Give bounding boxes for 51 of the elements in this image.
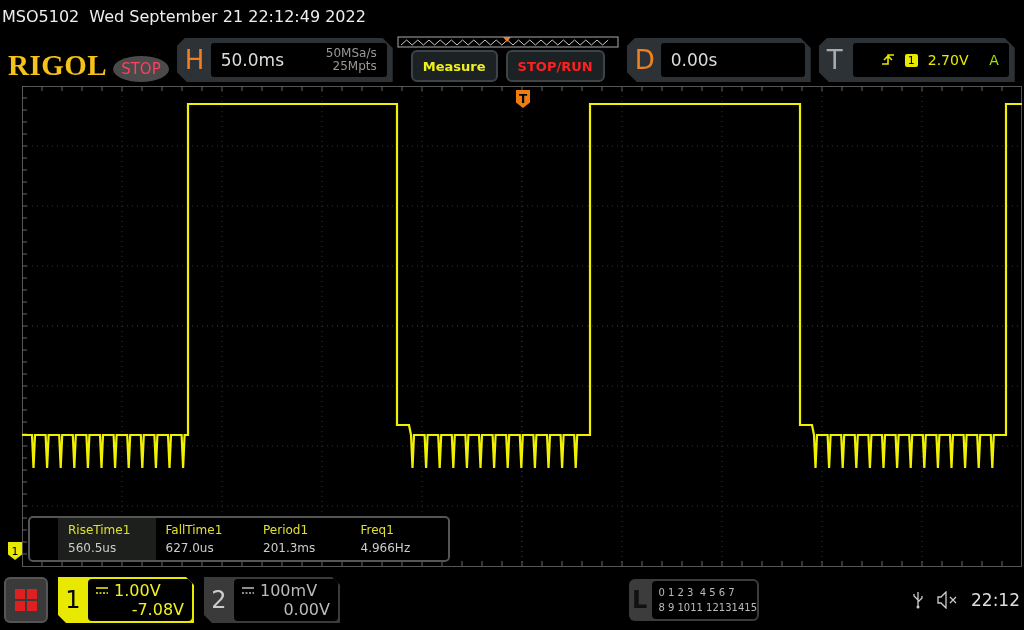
channel-marker[interactable]: 1	[8, 542, 22, 560]
delay-label: D	[634, 45, 656, 75]
measurement-value: 627.0us	[165, 541, 215, 555]
dc-coupling-icon	[242, 586, 254, 595]
sample-rate: 50MSa/s	[325, 47, 377, 60]
horizontal-panel[interactable]: H 50.0ms 50MSa/s 25Mpts	[176, 38, 393, 82]
run-state-indicator: STOP	[113, 56, 169, 82]
channel-number: 2	[210, 585, 228, 616]
measurement-name: FallTime1	[165, 523, 224, 537]
measurement-item[interactable]: FallTime1 627.0us	[155, 518, 253, 560]
measurement-name: RiseTime1	[68, 523, 132, 537]
waveform-overview-icon	[396, 36, 619, 48]
trigger-level: 2.70V	[927, 52, 969, 68]
brand-logo: RIGOL	[8, 49, 108, 82]
rising-edge-icon	[880, 53, 895, 67]
measurement-value: 201.3ms	[263, 541, 317, 555]
channel-scale: 1.00V	[114, 581, 161, 600]
measure-button[interactable]: Measure	[410, 50, 498, 82]
channel-scale: 100mV	[260, 581, 318, 600]
measurement-value: 560.5us	[68, 541, 118, 555]
dc-coupling-icon	[96, 586, 108, 595]
usb-icon	[913, 591, 923, 609]
memory-depth: 25Mpts	[332, 60, 377, 73]
delay-panel[interactable]: D 0.00s	[626, 38, 811, 82]
channel-panel[interactable]: 2 100mV 0.00V	[204, 577, 340, 623]
measurement-item[interactable]: Freq1 4.966Hz	[350, 518, 448, 560]
measurement-name: Period1	[263, 523, 310, 537]
timebase-value: 50.0ms	[220, 50, 284, 70]
clock-time: 22:12	[971, 590, 1020, 610]
date-time: Wed September 21 22:12:49 2022	[89, 6, 366, 26]
logic-channels: 0 1 2 3 4 5 6 7	[658, 587, 736, 598]
trigger-source: 1	[904, 53, 918, 67]
stop-run-button[interactable]: STOP/RUN	[505, 50, 605, 82]
horizontal-label: H	[184, 45, 206, 75]
trigger-panel[interactable]: T 1 2.70V A	[818, 38, 1015, 82]
delay-value: 0.00s	[670, 50, 718, 70]
channel-panel[interactable]: 1 1.00V -7.08V	[58, 577, 194, 623]
measurement-name: Freq1	[360, 523, 395, 537]
trigger-label: T	[826, 45, 844, 75]
muted-speaker-icon[interactable]	[937, 591, 957, 609]
channel-number: 1	[64, 585, 82, 616]
logic-channels: 8 9 1011 12131415	[658, 602, 757, 613]
grid-icon	[15, 589, 37, 611]
measurement-item[interactable]: RiseTime1 560.5us	[58, 518, 156, 560]
measurement-value: 4.966Hz	[360, 541, 412, 555]
channel-offset: -7.08V	[131, 600, 184, 619]
trigger-mode: A	[989, 52, 999, 68]
measurement-item[interactable]: Period1 201.3ms	[253, 518, 351, 560]
trigger-position-marker[interactable]: T	[516, 90, 530, 108]
channel-offset: 0.00V	[283, 600, 330, 619]
model-name: MSO5102	[2, 6, 80, 26]
